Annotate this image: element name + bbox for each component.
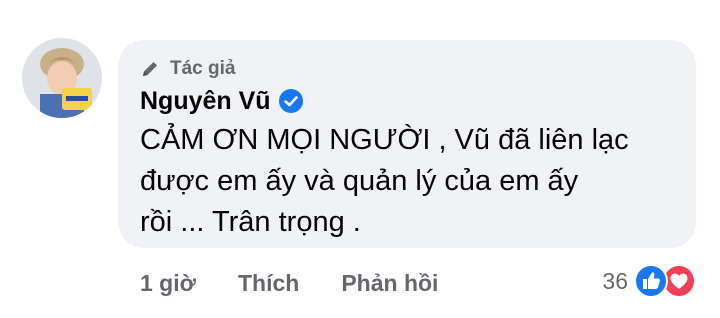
like-button[interactable]: Thích: [238, 270, 299, 297]
author-name[interactable]: Nguyên Vũ: [140, 87, 271, 116]
author-badge-label: Tác giả: [170, 58, 236, 79]
avatar[interactable]: [22, 38, 102, 118]
like-icon: [634, 264, 668, 298]
comment-text: CẢM ƠN MỌI NGƯỜI , Vũ đã liên lạc được e…: [140, 124, 629, 238]
author-badge: Tác giả: [140, 56, 235, 82]
verified-badge-icon: [278, 89, 303, 113]
author-name-line: Nguyên Vũ: [140, 84, 303, 118]
comment-thread: Tác giả Nguyên Vũ CẢM ƠN MỌI NGƯỜI , Vũ …: [0, 0, 720, 318]
comment-actions: 1 giờ Thích Phản hồi: [140, 266, 480, 300]
avatar-image: [22, 38, 102, 118]
reaction-icons: [634, 264, 696, 298]
comment-timestamp[interactable]: 1 giờ: [140, 270, 196, 297]
reaction-count: 36: [602, 267, 628, 294]
reaction-summary[interactable]: 36: [602, 263, 696, 299]
reply-button[interactable]: Phản hồi: [341, 270, 438, 297]
pencil-icon: [143, 62, 157, 76]
